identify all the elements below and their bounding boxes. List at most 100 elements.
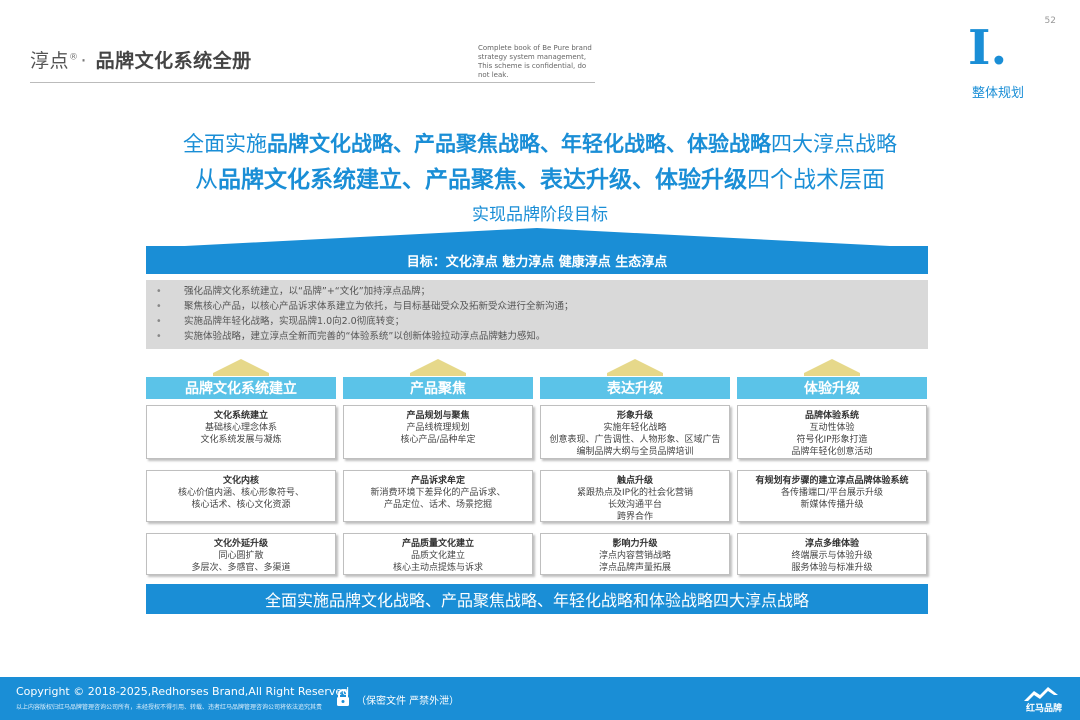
cell-line: 终端展示与体验升级: [791, 551, 873, 561]
cell-line: 符号化IP形象打造: [796, 435, 868, 445]
pillar-cell: 触点升级 紧跟热点及IP化的社会化营销 长效沟通平台 跨界合作: [540, 470, 730, 522]
document-title: 品牌文化系统全册: [95, 50, 252, 72]
bullet-mark: •: [156, 316, 162, 327]
pillar-cell: 品牌体验系统 互动性体验 符号化IP形象打造 品牌年轻化创意活动: [737, 405, 927, 459]
title-dot: ·: [80, 50, 88, 72]
header-divider: [30, 82, 595, 83]
section-numeral: I.: [968, 20, 1008, 76]
cell-line: 服务体验与标准升级: [791, 563, 873, 573]
cell-line: 编制品牌大纲与全员品牌培训: [576, 447, 694, 457]
pillar-cell: 影响力升级 淳点内容营销战略 淳点品牌声量拓展: [540, 533, 730, 575]
cell-line: 核心价值内涵、核心形象符号、: [177, 488, 304, 498]
cell-title: 产品质量文化建立: [401, 539, 474, 549]
bullet-mark: •: [156, 331, 162, 342]
cell-title: 触点升级: [616, 476, 653, 486]
bullet-item: • 聚焦核心产品，以核心产品诉求体系建立为依托，与目标基础受众及拓新受众进行全新沟…: [156, 299, 928, 314]
cell-line: 实施年轻化战略: [603, 423, 667, 433]
bullet-item: • 强化品牌文化系统建立，以“品牌”+“文化”加持淳点品牌；: [156, 284, 928, 299]
cell-line: 长效沟通平台: [607, 500, 662, 510]
cell-line: 跨界合作: [616, 512, 653, 522]
up-arrow-icon: [607, 359, 663, 373]
up-arrow-icon: [213, 359, 269, 373]
cell-line: 核心产品/品种牟定: [400, 435, 476, 445]
pillar-header-product: 产品聚焦: [343, 377, 533, 399]
logo-text: 红马品牌: [1025, 704, 1062, 714]
cell-line: 创意表现、广告调性、人物形象、区域广告: [549, 435, 721, 445]
headline-strategies: 全面实施品牌文化战略、产品聚焦战略、年轻化战略、体验战略四大淳点战略: [0, 128, 1080, 158]
cell-line: 淳点内容营销战略: [598, 551, 671, 561]
copyright-text: Copyright © 2018-2025,Redhorses Brand,Al…: [16, 685, 350, 698]
bullet-text: 实施体验战略，建立淳点全新而完善的“体验系统”以创新体验拉动淳点品牌魅力感知。: [184, 331, 546, 342]
cell-line: 淳点品牌声量拓展: [598, 563, 671, 573]
page-number: 52: [1044, 16, 1056, 26]
brand-name: 淳点: [30, 50, 70, 72]
cell-line: 同心圆扩散: [218, 551, 264, 561]
cell-title: 淳点多维体验: [804, 539, 859, 549]
up-arrow-icon: [410, 359, 466, 373]
confidential-label: （保密文件 严禁外泄）: [356, 696, 460, 707]
up-arrow-stem: [213, 373, 269, 376]
strategy-bullets: • 强化品牌文化系统建立，以“品牌”+“文化”加持淳点品牌； • 聚焦核心产品，以核…: [146, 280, 928, 349]
headline-2-bold: 品牌文化系统建立、产品聚焦、表达升级、体验升级: [218, 167, 747, 193]
cell-title: 有规划有步骤的建立淳点品牌体验系统: [755, 476, 909, 486]
headline-1-bold: 品牌文化战略、产品聚焦战略、年轻化战略、体验战略: [267, 132, 771, 156]
bullet-item: • 实施品牌年轻化战略，实现品牌1.0向2.0彻底转变；: [156, 314, 928, 329]
cell-line: 多层次、多感官、多渠道: [191, 563, 291, 573]
bullet-mark: •: [156, 286, 162, 297]
headline-2-suffix: 四个战术层面: [747, 167, 885, 193]
section-label: 整体规划: [972, 86, 1025, 101]
cell-line: 新媒体传播升级: [800, 500, 864, 510]
cell-title: 文化内核: [222, 476, 259, 486]
pillar-cell: 产品规划与聚焦 产品线梳理规划 核心产品/品种牟定: [343, 405, 533, 459]
cell-line: 核心话术、核心文化资源: [191, 500, 291, 510]
cell-title: 产品规划与聚焦: [406, 411, 470, 421]
up-arrow-icon: [804, 359, 860, 373]
goal-bar: 目标：文化淳点 魅力淳点 健康淳点 生态淳点: [146, 246, 928, 274]
cell-line: 产品线梳理规划: [406, 423, 470, 433]
cell-title: 形象升级: [616, 411, 653, 421]
pillar-cell: 形象升级 实施年轻化战略 创意表现、广告调性、人物形象、区域广告 编制品牌大纲与…: [540, 405, 730, 459]
headline-2-prefix: 从: [195, 167, 218, 193]
bullet-mark: •: [156, 301, 162, 312]
cell-line: 基础核心理念体系: [204, 423, 277, 433]
cell-line: 紧跟热点及IP化的社会化营销: [576, 488, 694, 498]
pillar-header-expression: 表达升级: [540, 377, 730, 399]
bullet-text: 强化品牌文化系统建立，以“品牌”+“文化”加持淳点品牌；: [184, 286, 431, 297]
cell-line: 品质文化建立: [410, 551, 465, 561]
bullet-item: • 实施体验战略，建立淳点全新而完善的“体验系统”以创新体验拉动淳点品牌魅力感知。: [156, 329, 928, 344]
cell-line: 文化系统发展与凝炼: [200, 435, 282, 445]
headline-1-suffix: 四大淳点战略: [771, 132, 897, 156]
headline-1-prefix: 全面实施: [183, 132, 267, 156]
headline-goal: 实现品牌阶段目标: [472, 205, 608, 225]
pillar-cell: 文化内核 核心价值内涵、核心形象符号、 核心话术、核心文化资源: [146, 470, 336, 522]
brand-title: 淳点® · 品牌文化系统全册: [30, 46, 252, 73]
lock-icon: [337, 689, 349, 706]
bullet-text: 实施品牌年轻化战略，实现品牌1.0向2.0彻底转变；: [184, 316, 405, 327]
pillar-header-experience: 体验升级: [737, 377, 927, 399]
cell-title: 品牌体验系统: [804, 411, 859, 421]
pillar-header-culture: 品牌文化系统建立: [146, 377, 336, 399]
cell-line: 产品定位、话术、场景挖掘: [383, 500, 492, 510]
summary-bar: 全面实施品牌文化战略、产品聚焦战略、年轻化战略和体验战略四大淳点战略: [146, 584, 928, 614]
pillar-cell: 文化外延升级 同心圆扩散 多层次、多感官、多渠道: [146, 533, 336, 575]
pillar-cell: 产品质量文化建立 品质文化建立 核心主动点提炼与诉求: [343, 533, 533, 575]
bullet-text: 聚焦核心产品，以核心产品诉求体系建立为依托，与目标基础受众及拓新受众进行全新沟通…: [184, 301, 574, 312]
cell-line: 品牌年轻化创意活动: [791, 447, 873, 457]
cell-title: 文化系统建立: [213, 411, 268, 421]
cell-line: 新消费环境下差异化的产品诉求、: [370, 488, 506, 498]
pillar-cell: 淳点多维体验 终端展示与体验升级 服务体验与标准升级: [737, 533, 927, 575]
cell-line: 互动性体验: [809, 423, 855, 433]
footer-fine-print: 以上内容版权归红马品牌管理咨询公司所有，未经授权不得引用、转载、违者红马品牌管理…: [16, 704, 323, 711]
up-arrow-stem: [607, 373, 663, 376]
up-arrow-stem: [804, 373, 860, 376]
pillar-cell: 有规划有步骤的建立淳点品牌体验系统 各传播端口/平台展示升级 新媒体传播升级: [737, 470, 927, 522]
pillar-cell: 产品诉求牟定 新消费环境下差异化的产品诉求、 产品定位、话术、场景挖掘: [343, 470, 533, 522]
pillar-cell: 文化系统建立 基础核心理念体系 文化系统发展与凝炼: [146, 405, 336, 459]
cell-title: 产品诉求牟定: [410, 476, 465, 486]
confidential-note: Complete book of Be Pure brand strategy …: [478, 44, 592, 79]
registered-mark: ®: [69, 52, 79, 63]
up-arrow-stem: [410, 373, 466, 376]
roof-shape: [146, 228, 928, 248]
cell-line: 各传播端口/平台展示升级: [780, 488, 884, 498]
headline-tactics: 从品牌文化系统建立、产品聚焦、表达升级、体验升级四个战术层面: [0, 160, 1080, 194]
